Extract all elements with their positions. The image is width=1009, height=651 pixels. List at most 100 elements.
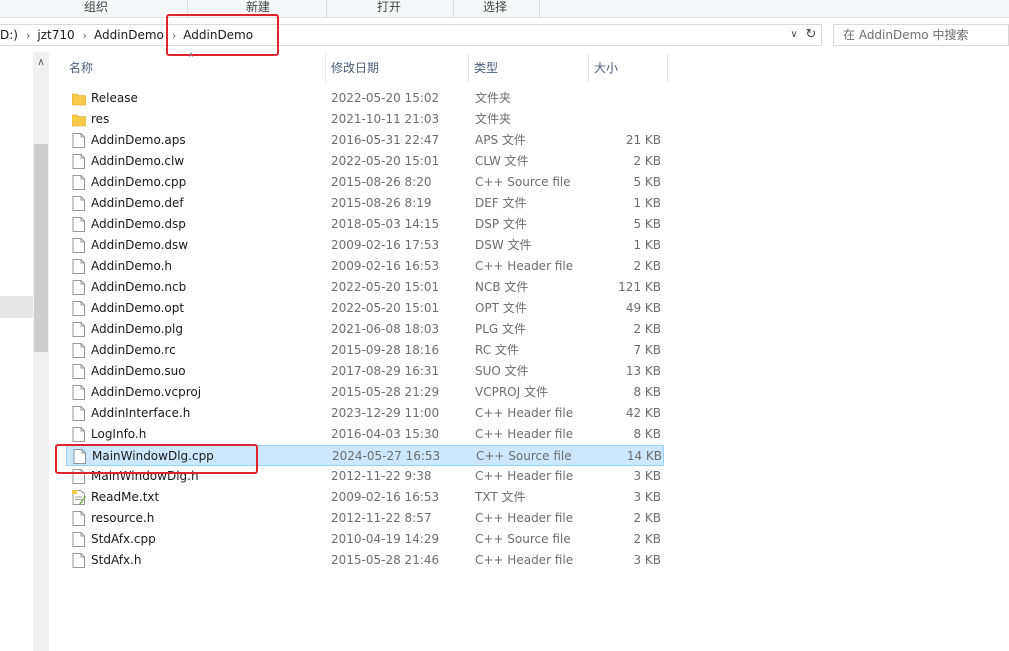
file-date: 2015-05-28 21:29	[331, 385, 440, 399]
file-icon	[72, 511, 86, 526]
ribbon-separator	[187, 0, 188, 17]
search-input[interactable]: 在 AddinDemo 中搜索	[833, 24, 1009, 46]
chevron-right-icon[interactable]: ›	[24, 29, 32, 42]
file-type: C++ Header file	[475, 427, 574, 441]
file-type: DSP 文件	[475, 217, 527, 231]
file-date: 2017-08-29 16:31	[331, 364, 440, 378]
folder-icon	[71, 91, 87, 106]
file-icon	[72, 427, 86, 442]
file-name: AddinDemo.def	[91, 196, 184, 210]
file-icon	[72, 406, 86, 421]
file-icon	[72, 322, 86, 337]
file-row[interactable]: AddinDemo.rc 2015-09-28 18:16 RC 文件 7 KB	[66, 340, 664, 361]
file-date: 2015-08-26 8:20	[331, 175, 432, 189]
file-name: Release	[91, 91, 138, 105]
file-name: AddinDemo.rc	[91, 343, 176, 357]
ribbon-separator	[453, 0, 454, 17]
file-row[interactable]: LogInfo.h 2016-04-03 15:30 C++ Header file…	[66, 424, 664, 445]
file-name: AddinDemo.plg	[91, 322, 183, 336]
refresh-icon[interactable]: ↻	[803, 27, 819, 43]
file-row[interactable]: AddinDemo.dsw 2009-02-16 17:53 DSW 文件 1 KB	[66, 235, 664, 256]
ribbon-group-organize: 组织	[83, 0, 108, 14]
file-type: VCPROJ 文件	[475, 385, 548, 399]
file-row[interactable]: AddinDemo.clw 2022-05-20 15:01 CLW 文件 2 KB	[66, 151, 664, 172]
file-date: 2022-05-20 15:02	[331, 91, 440, 105]
file-size: 5 KB	[633, 217, 661, 231]
file-row[interactable]: AddinDemo.vcproj 2015-05-28 21:29 VCPROJ 文…	[66, 382, 664, 403]
breadcrumb-jzt710[interactable]: jzt710	[32, 28, 80, 42]
file-date: 2009-02-16 16:53	[331, 490, 440, 504]
file-row[interactable]: MainWindowDlg.h 2012-11-22 9:38 C++ Header…	[66, 466, 664, 487]
ribbon-separator	[326, 0, 327, 17]
file-date: 2015-09-28 18:16	[331, 343, 440, 357]
chevron-down-icon[interactable]: ∨	[787, 27, 801, 43]
file-row[interactable]: AddinDemo.aps 2016-05-31 22:47 APS 文件 21 KB	[66, 130, 664, 151]
file-row[interactable]: AddinDemo.dsp 2018-05-03 14:15 DSP 文件 5 KB	[66, 214, 664, 235]
file-row[interactable]: AddinInterface.h 2023-12-29 11:00 C++ Head…	[66, 403, 664, 424]
file-icon	[72, 196, 86, 211]
file-type: OPT 文件	[475, 301, 527, 315]
column-header-type[interactable]: 类型	[469, 52, 588, 84]
file-size: 49 KB	[625, 301, 661, 315]
file-size: 1 KB	[633, 238, 661, 252]
file-type: C++ Source file	[475, 175, 571, 189]
column-divider[interactable]	[667, 54, 668, 82]
file-row[interactable]: ReadMe.txt 2009-02-16 16:53 TXT 文件 3 KB	[66, 487, 664, 508]
file-row[interactable]: AddinDemo.ncb 2022-05-20 15:01 NCB 文件 121 K…	[66, 277, 664, 298]
nav-selected-item[interactable]	[0, 296, 33, 318]
file-type: NCB 文件	[475, 280, 529, 294]
file-row[interactable]: AddinDemo.suo 2017-08-29 16:31 SUO 文件 13 KB	[66, 361, 664, 382]
file-name: LogInfo.h	[91, 427, 147, 441]
breadcrumb-addindemo-current[interactable]: AddinDemo	[178, 28, 259, 42]
file-size: 8 KB	[633, 427, 661, 441]
scrollbar-thumb[interactable]	[34, 144, 48, 352]
file-date: 2022-05-20 15:01	[331, 280, 440, 294]
file-row[interactable]: AddinDemo.def 2015-08-26 8:19 DEF 文件 1 KB	[66, 193, 664, 214]
file-row[interactable]: AddinDemo.opt 2022-05-20 15:01 OPT 文件 49 KB	[66, 298, 664, 319]
chevron-right-icon[interactable]: ›	[81, 29, 89, 42]
file-row[interactable]: StdAfx.cpp 2010-04-19 14:29 C++ Source fil…	[66, 529, 664, 550]
folder-icon	[71, 112, 87, 127]
file-icon	[72, 175, 86, 190]
file-row[interactable]: res 2021-10-11 21:03 文件夹	[66, 109, 664, 130]
breadcrumb-addindemo-parent[interactable]: AddinDemo	[89, 28, 170, 42]
file-size: 3 KB	[633, 469, 661, 483]
file-date: 2021-10-11 21:03	[331, 112, 440, 126]
file-size: 3 KB	[633, 490, 661, 504]
file-icon	[72, 343, 86, 358]
ribbon-group-new: 新建	[245, 0, 270, 14]
file-type: C++ Source file	[476, 449, 572, 463]
column-header-size[interactable]: 大小	[589, 52, 667, 84]
file-type: SUO 文件	[475, 364, 529, 378]
file-row[interactable]: AddinDemo.h 2009-02-16 16:53 C++ Header fi…	[66, 256, 664, 277]
file-size: 1 KB	[633, 196, 661, 210]
file-row[interactable]: AddinDemo.cpp 2015-08-26 8:20 C++ Source f…	[66, 172, 664, 193]
navigation-scrollbar[interactable]: ∧	[33, 52, 49, 651]
file-date: 2018-05-03 14:15	[331, 217, 440, 231]
file-type: CLW 文件	[475, 154, 529, 168]
file-row[interactable]: StdAfx.h 2015-05-28 21:46 C++ Header file 3…	[66, 550, 664, 571]
file-icon	[72, 133, 86, 148]
file-size	[586, 88, 661, 109]
file-size	[586, 109, 661, 130]
file-size: 2 KB	[633, 259, 661, 273]
file-type: C++ Header file	[475, 469, 574, 483]
file-row[interactable]: AddinDemo.plg 2021-06-08 18:03 PLG 文件 2 KB	[66, 319, 664, 340]
chevron-right-icon[interactable]: ›	[170, 29, 178, 42]
chevron-up-icon[interactable]: ∧	[33, 55, 49, 71]
navigation-pane[interactable]	[0, 52, 33, 651]
file-name: StdAfx.h	[91, 553, 142, 567]
file-name: AddinInterface.h	[91, 406, 191, 420]
column-header-date[interactable]: 修改日期	[326, 52, 468, 84]
file-date: 2016-05-31 22:47	[331, 133, 440, 147]
file-date: 2023-12-29 11:00	[331, 406, 440, 420]
file-type: C++ Source file	[475, 532, 571, 546]
file-icon	[72, 154, 86, 169]
file-row[interactable]: resource.h 2012-11-22 8:57 C++ Header file…	[66, 508, 664, 529]
file-row[interactable]: Release 2022-05-20 15:02 文件夹	[66, 88, 664, 109]
address-bar[interactable]: D:) › jzt710 › AddinDemo › AddinDemo ∨ ↻	[0, 24, 822, 46]
file-row-selected[interactable]: MainWindowDlg.cpp 2024-05-27 16:53 C++ Sou…	[66, 445, 664, 466]
column-header-name[interactable]: 名称	[64, 52, 325, 84]
file-type: C++ Header file	[475, 406, 574, 420]
breadcrumb-drive[interactable]: D:)	[0, 28, 24, 42]
